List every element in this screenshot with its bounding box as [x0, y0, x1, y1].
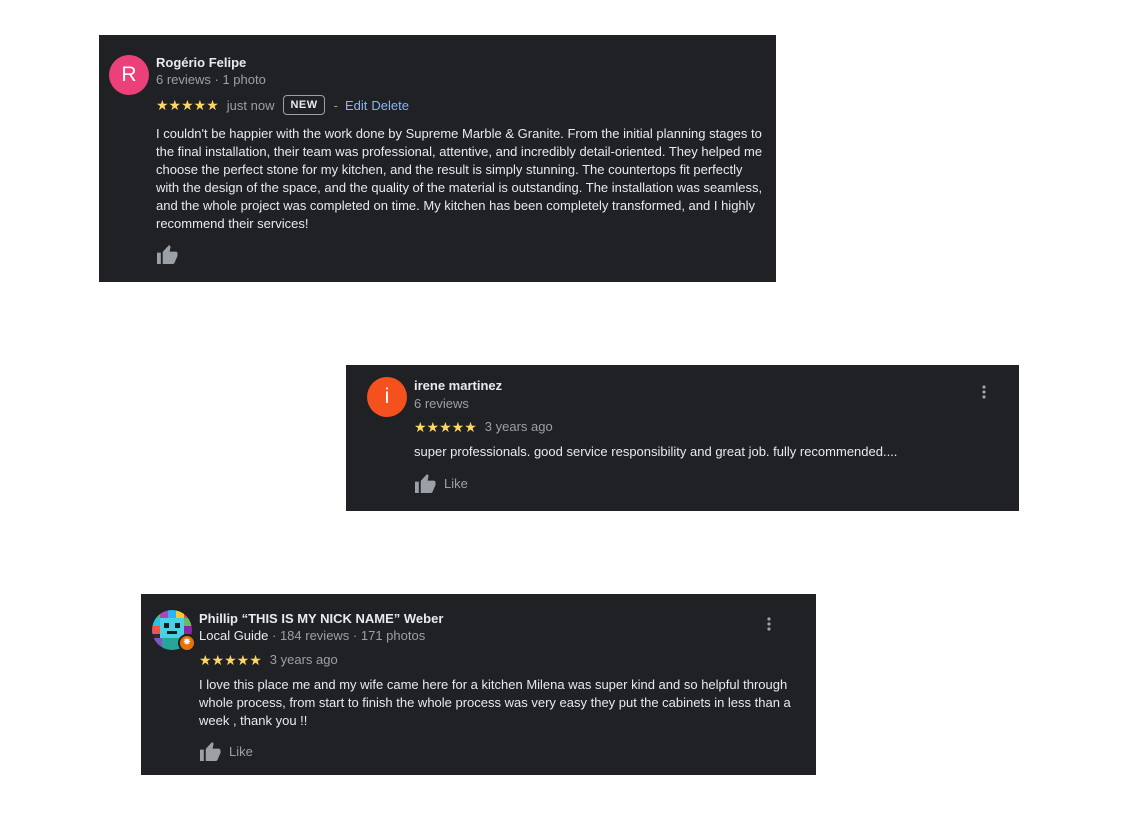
rating-row: ★★★★★ 3 years ago	[199, 652, 338, 667]
review-card: ✸ Phillip “THIS IS MY NICK NAME” Weber L…	[141, 594, 816, 775]
reviewer-name[interactable]: irene martinez	[414, 378, 502, 393]
like-button[interactable]	[156, 244, 179, 265]
reviewer-meta: 6 reviews	[414, 396, 469, 411]
edit-link[interactable]: Edit	[345, 98, 367, 113]
reviewer-name[interactable]: Rogério Felipe	[156, 55, 246, 70]
separator: -	[333, 97, 338, 113]
reviewer-meta: 6 reviews · 1 photo	[156, 72, 266, 87]
review-time: 3 years ago	[269, 652, 338, 667]
avatar-letter: R	[121, 63, 137, 86]
reviewer-name[interactable]: Phillip “THIS IS MY NICK NAME” Weber	[199, 611, 443, 626]
like-button[interactable]: Like	[199, 741, 253, 762]
review-card: i irene martinez 6 reviews ★★★★★ 3 years…	[346, 365, 1019, 511]
reviewer-stats: · 184 reviews · 171 photos	[268, 628, 426, 643]
local-guide-label: Local Guide	[199, 628, 269, 643]
more-options-button[interactable]	[759, 616, 779, 636]
star-rating: ★★★★★	[156, 97, 219, 113]
review-text: I love this place me and my wife came he…	[199, 677, 791, 728]
review-time: 3 years ago	[484, 419, 553, 434]
review-card: R Rogério Felipe 6 reviews · 1 photo ★★★…	[99, 35, 776, 282]
new-badge: NEW	[283, 95, 325, 115]
rating-row: ★★★★★ 3 years ago	[414, 419, 553, 434]
avatar-letter: i	[384, 385, 390, 408]
delete-link[interactable]: Delete	[371, 98, 409, 113]
like-label: Like	[444, 476, 468, 491]
rating-row: ★★★★★ just now NEW - Edit Delete	[156, 95, 409, 115]
thumbs-up-icon	[156, 244, 179, 265]
review-text: super professionals. good service respon…	[414, 444, 898, 459]
avatar[interactable]: ✸	[152, 610, 196, 652]
avatar[interactable]: i	[367, 377, 407, 417]
review-time: just now	[226, 97, 275, 113]
local-guide-badge-icon: ✸	[178, 634, 196, 652]
thumbs-up-icon	[199, 741, 222, 762]
star-rating: ★★★★★	[414, 418, 477, 435]
review-text: I couldn't be happier with the work done…	[156, 126, 763, 231]
more-options-button[interactable]	[974, 384, 994, 404]
reviewer-meta: Local Guide · 184 reviews · 171 photos	[199, 628, 425, 643]
star-rating: ★★★★★	[199, 651, 262, 668]
avatar[interactable]: R	[109, 55, 149, 95]
more-vert-icon	[982, 384, 986, 404]
thumbs-up-icon	[414, 473, 437, 494]
like-button[interactable]: Like	[414, 473, 468, 494]
more-vert-icon	[767, 616, 771, 636]
like-label: Like	[229, 744, 253, 759]
